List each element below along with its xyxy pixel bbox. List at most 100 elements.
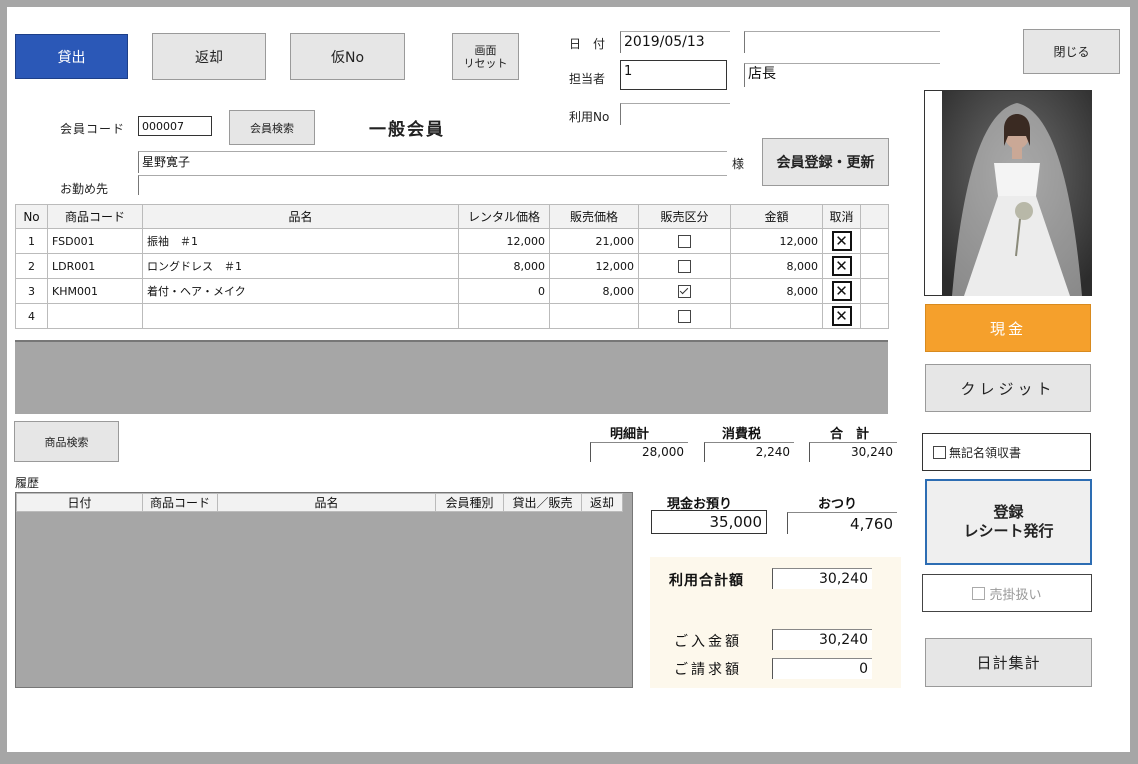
- row-blank: [860, 303, 889, 329]
- row-code[interactable]: KHM001: [47, 278, 143, 304]
- row-cancel[interactable]: ✕: [822, 228, 861, 254]
- items-header-row: No 商品コード 品名 レンタル価格 販売価格 販売区分 金額 取消: [15, 204, 889, 229]
- usage-total-value: 30,240: [772, 568, 872, 589]
- detail-total-label: 明細計: [610, 427, 650, 442]
- row-code[interactable]: [47, 303, 143, 329]
- row-cancel[interactable]: ✕: [822, 278, 861, 304]
- date-extra-field: [744, 31, 940, 53]
- row-sale-flag[interactable]: [638, 253, 731, 279]
- anonymous-receipt-checkbox[interactable]: 無記名領収書: [922, 433, 1091, 471]
- row-sale-flag[interactable]: [638, 278, 731, 304]
- table-row[interactable]: 1 FSD001 振袖 ＃1 12,000 21,000 12,000 ✕: [15, 228, 889, 254]
- staff-field[interactable]: 1: [620, 60, 727, 90]
- screen-reset-button[interactable]: 画面 リセット: [452, 33, 519, 80]
- date-field[interactable]: 2019/05/13: [620, 31, 730, 53]
- cancel-x-icon[interactable]: ✕: [831, 256, 852, 276]
- member-type: 一般会員: [369, 120, 445, 140]
- history-col-lend-sale: 貸出／販売: [503, 493, 582, 512]
- row-name[interactable]: ロングドレス ＃1: [142, 253, 459, 279]
- register-receipt-button[interactable]: 登録 レシート発行: [925, 479, 1092, 565]
- date-label: 日 付: [569, 37, 606, 51]
- grand-total-label: 合 計: [830, 427, 870, 442]
- row-no: 2: [15, 253, 48, 279]
- product-search-button[interactable]: 商品検索: [14, 421, 119, 462]
- cancel-x-icon[interactable]: ✕: [831, 281, 852, 301]
- bride-photo: [942, 91, 1092, 296]
- col-name: 品名: [142, 204, 459, 229]
- history-col-return: 返却: [581, 493, 623, 512]
- close-button[interactable]: 閉じる: [1023, 29, 1120, 74]
- row-rental[interactable]: 12,000: [458, 228, 550, 254]
- staff-name-field: 店長: [744, 63, 940, 87]
- sale-flag-checkbox[interactable]: [678, 309, 691, 323]
- credit-label: クレジット: [960, 379, 1056, 398]
- row-cancel[interactable]: ✕: [822, 253, 861, 279]
- detail-total-value: 28,000: [590, 442, 688, 462]
- row-rental[interactable]: 0: [458, 278, 550, 304]
- sale-flag-checkbox[interactable]: [678, 259, 691, 273]
- credit-button[interactable]: クレジット: [925, 364, 1091, 412]
- workplace-field[interactable]: [138, 175, 727, 195]
- row-blank: [860, 253, 889, 279]
- provisional-no-button[interactable]: 仮No: [290, 33, 405, 80]
- anonymous-receipt-label: 無記名領収書: [949, 445, 1022, 460]
- daily-total-button[interactable]: 日計集計: [925, 638, 1092, 687]
- cash-button[interactable]: 現金: [925, 304, 1091, 352]
- change-label: おつり: [818, 497, 858, 512]
- table-row[interactable]: 3 KHM001 着付・ヘア・メイク 0 8,000 8,000 ✕: [15, 278, 889, 304]
- cancel-x-icon[interactable]: ✕: [831, 306, 852, 326]
- register-receipt-label: 登録 レシート発行: [963, 503, 1054, 540]
- row-rental[interactable]: [458, 303, 550, 329]
- billed-amount-label: ご請求額: [674, 662, 742, 678]
- row-name[interactable]: 着付・ヘア・メイク: [142, 278, 459, 304]
- credit-sale-label: 売掛扱い: [989, 587, 1042, 603]
- col-no: No: [15, 204, 48, 229]
- row-sale[interactable]: 8,000: [549, 278, 639, 304]
- row-cancel[interactable]: ✕: [822, 303, 861, 329]
- row-name[interactable]: 振袖 ＃1: [142, 228, 459, 254]
- table-row[interactable]: 4 ✕: [15, 303, 889, 329]
- row-name[interactable]: [142, 303, 459, 329]
- row-code[interactable]: FSD001: [47, 228, 143, 254]
- row-no: 3: [15, 278, 48, 304]
- member-search-button[interactable]: 会員検索: [229, 110, 315, 145]
- row-sale[interactable]: 21,000: [549, 228, 639, 254]
- row-sale[interactable]: [549, 303, 639, 329]
- row-amount: 12,000: [730, 228, 823, 254]
- history-list[interactable]: 日付 商品コード 品名 会員種別 貸出／販売 返却: [15, 492, 633, 688]
- sale-flag-checkbox[interactable]: [678, 234, 691, 248]
- row-amount: [730, 303, 823, 329]
- honorific-label: 様: [732, 157, 745, 171]
- credit-sale-checkbox[interactable]: 売掛扱い: [922, 574, 1092, 612]
- row-sale[interactable]: 12,000: [549, 253, 639, 279]
- table-row[interactable]: 2 LDR001 ロングドレス ＃1 8,000 12,000 8,000 ✕: [15, 253, 889, 279]
- row-sale-flag[interactable]: [638, 228, 731, 254]
- member-code-field[interactable]: 000007: [138, 116, 212, 136]
- row-rental[interactable]: 8,000: [458, 253, 550, 279]
- history-col-code: 商品コード: [142, 493, 218, 512]
- return-button[interactable]: 返却: [152, 33, 266, 80]
- cancel-x-icon[interactable]: ✕: [831, 231, 852, 251]
- col-sale: 販売価格: [549, 204, 639, 229]
- member-name-field[interactable]: 星野寛子: [138, 151, 727, 173]
- use-no-field[interactable]: [620, 103, 730, 125]
- anonymous-receipt-box[interactable]: [933, 445, 946, 459]
- col-cancel: 取消: [822, 204, 861, 229]
- member-code-label: 会員コード: [60, 122, 126, 136]
- credit-sale-box[interactable]: [972, 586, 986, 600]
- items-table: No 商品コード 品名 レンタル価格 販売価格 販売区分 金額 取消 1 FSD…: [15, 204, 889, 329]
- member-register-button[interactable]: 会員登録・更新: [762, 138, 889, 186]
- screen-reset-label: 画面 リセット: [463, 43, 508, 70]
- row-code[interactable]: LDR001: [47, 253, 143, 279]
- provisional-label: 仮No: [330, 49, 365, 66]
- items-table-empty-area: [15, 340, 888, 414]
- row-sale-flag[interactable]: [638, 303, 731, 329]
- lend-label: 貸出: [57, 49, 86, 66]
- lend-button[interactable]: 貸出: [15, 34, 128, 79]
- change-value: 4,760: [787, 512, 897, 534]
- staff-label: 担当者: [569, 72, 606, 86]
- sale-flag-checkbox[interactable]: [678, 284, 691, 298]
- col-amount: 金額: [730, 204, 823, 229]
- tax-value: 2,240: [704, 442, 794, 462]
- cash-deposit-field[interactable]: 35,000: [651, 510, 767, 534]
